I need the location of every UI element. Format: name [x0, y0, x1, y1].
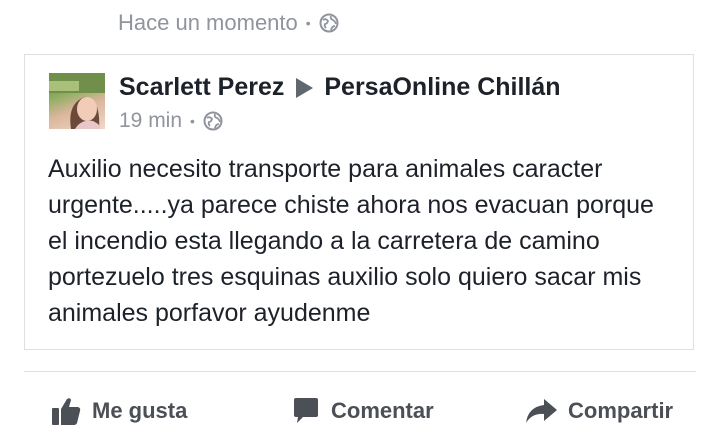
post-author-line: Scarlett Perez PersaOnline Chillán — [119, 73, 561, 102]
comment-icon — [294, 398, 318, 423]
globe-icon[interactable] — [203, 111, 223, 131]
meta-separator: • — [190, 113, 195, 129]
author-name[interactable]: Scarlett Perez — [119, 73, 284, 102]
share-label: Compartir — [568, 398, 674, 423]
comment-button[interactable]: Comentar — [291, 388, 434, 434]
like-label: Me gusta — [92, 398, 188, 423]
divider — [24, 371, 696, 372]
meta-separator: • — [305, 15, 311, 31]
share-button[interactable]: Compartir — [524, 388, 673, 434]
globe-icon[interactable] — [319, 13, 339, 33]
post-timestamp[interactable]: Hace un momento — [118, 10, 298, 36]
share-arrow-icon — [526, 399, 557, 423]
shared-post-card[interactable]: Scarlett Perez PersaOnline Chillán 19 mi… — [24, 54, 694, 350]
triangle-right-icon — [296, 77, 314, 98]
post-meta: Hace un momento • — [118, 10, 339, 36]
thumbs-up-icon — [52, 398, 81, 425]
comment-label: Comentar — [331, 398, 434, 423]
target-page-name[interactable]: PersaOnline Chillán — [324, 73, 560, 102]
post-actions-bar: Me gusta Comentar Compartir — [0, 388, 720, 434]
avatar-image — [49, 73, 105, 129]
shared-post-meta: 19 min • — [119, 109, 223, 133]
shared-post-timestamp[interactable]: 19 min — [119, 109, 182, 133]
post-body-text: Auxilio necesito transporte para animale… — [48, 155, 654, 327]
avatar[interactable] — [49, 73, 105, 129]
like-button[interactable]: Me gusta — [50, 388, 187, 434]
